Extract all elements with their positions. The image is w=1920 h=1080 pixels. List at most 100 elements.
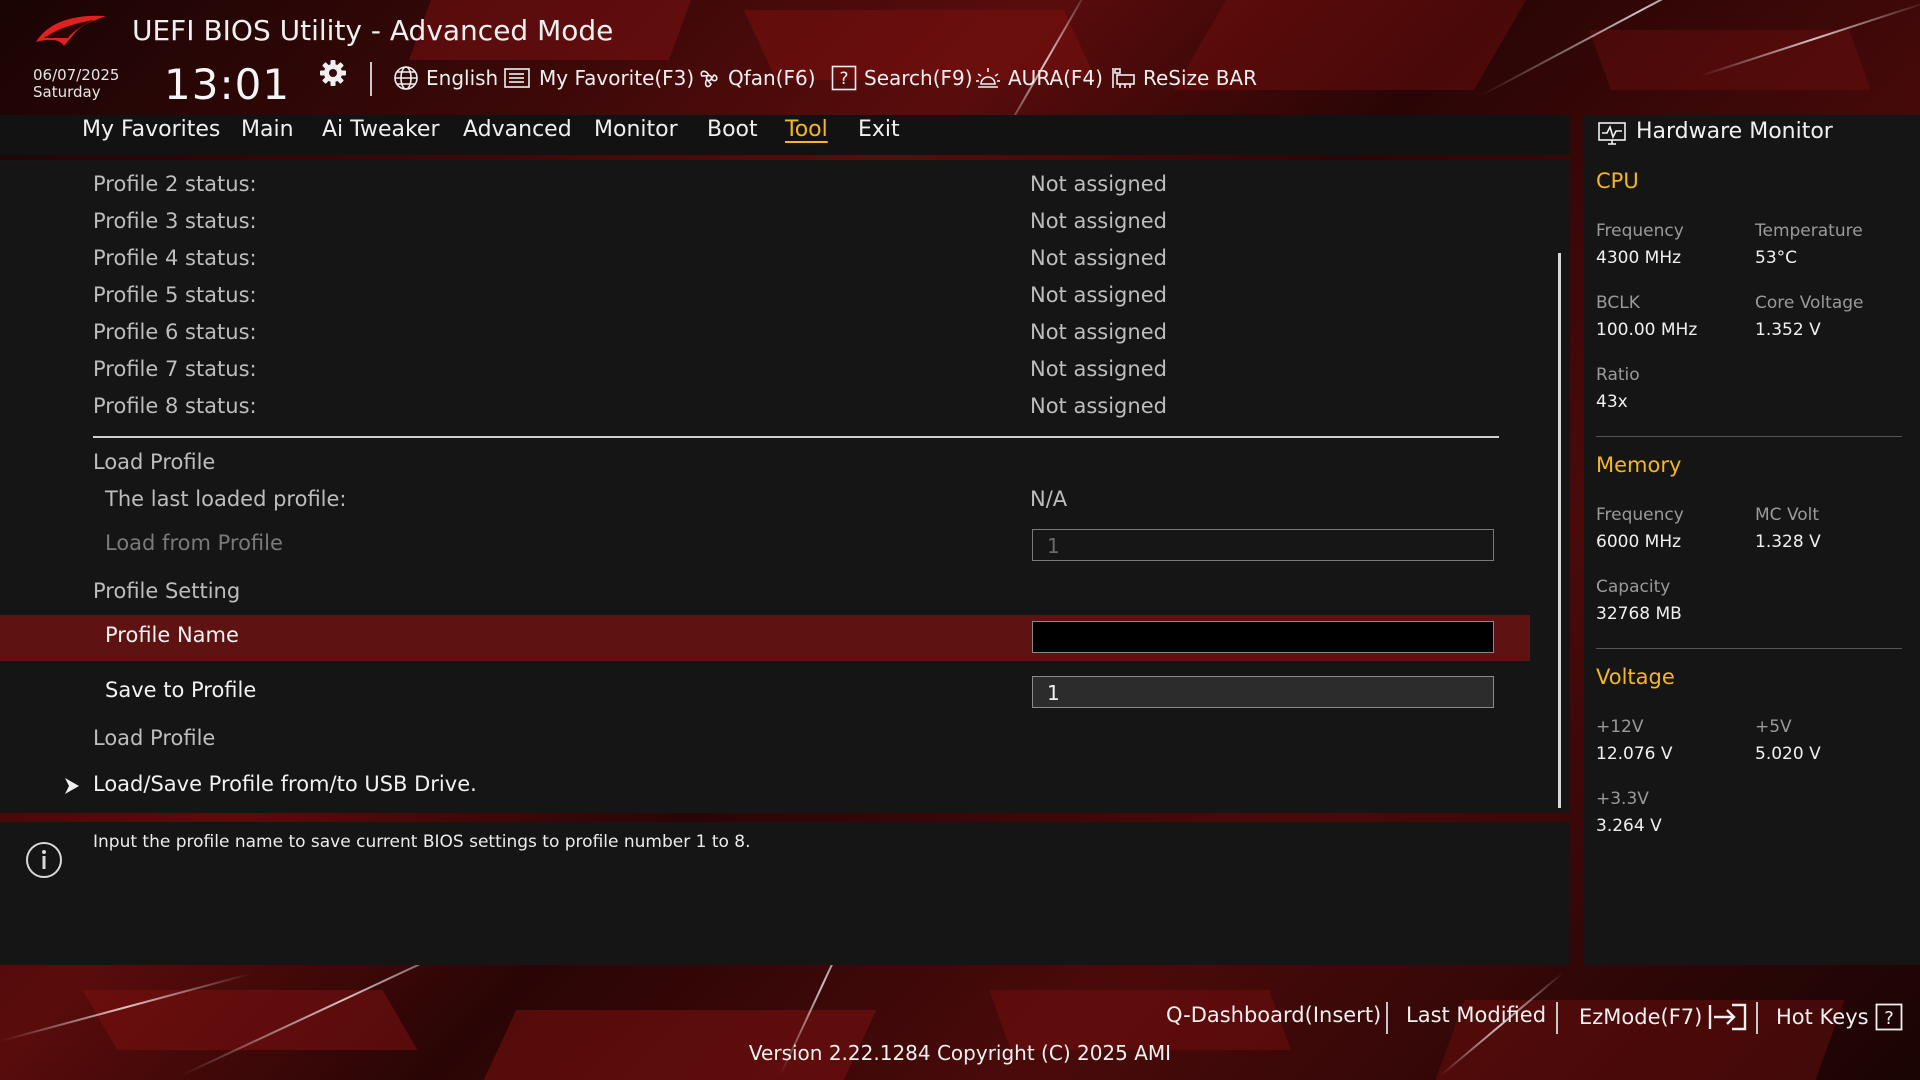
- save-to-profile-label: Save to Profile: [105, 678, 257, 702]
- core-voltage-label: Core Voltage: [1755, 293, 1864, 313]
- profile-status-row: Profile 4 status: Not assigned: [0, 242, 1530, 278]
- last-modified-label: Last Modified: [1406, 1003, 1547, 1027]
- hardware-monitor-panel: Hardware Monitor CPU Frequency 4300 MHz …: [1584, 115, 1920, 965]
- load-profile-item-row[interactable]: Load Profile: [0, 722, 1530, 758]
- settings-panel: Profile 2 status: Not assigned Profile 3…: [0, 160, 1570, 813]
- tab-boot[interactable]: Boot: [707, 117, 758, 142]
- ratio-label: Ratio: [1596, 365, 1640, 385]
- language-button[interactable]: English: [393, 62, 498, 94]
- tab-main[interactable]: Main: [241, 117, 294, 142]
- q-dashboard-label: Q-Dashboard(Insert): [1166, 1003, 1382, 1027]
- date-display: 06/07/2025 Saturday: [33, 67, 119, 101]
- profile-status-value: Not assigned: [1030, 246, 1167, 270]
- ezmode-label: EzMode(F7): [1579, 1005, 1703, 1029]
- profile-status-label: Profile 2 status:: [93, 172, 257, 196]
- profile-setting-heading: Profile Setting: [93, 579, 241, 603]
- clock: 13:01: [164, 60, 291, 109]
- tab-monitor[interactable]: Monitor: [594, 117, 678, 142]
- favorite-list-icon: [504, 68, 530, 88]
- tab-ai-tweaker[interactable]: Ai Tweaker: [322, 117, 440, 142]
- voltage-heading: Voltage: [1596, 665, 1675, 689]
- profile-status-value: Not assigned: [1030, 283, 1167, 307]
- profile-status-label: Profile 6 status:: [93, 320, 257, 344]
- last-loaded-row: The last loaded profile: N/A: [0, 483, 1530, 519]
- aura-light-icon: [976, 68, 1000, 88]
- cpu-temperature-label: Temperature: [1755, 221, 1863, 241]
- memory-frequency-value: 6000 MHz: [1596, 532, 1682, 552]
- app-title: UEFI BIOS Utility - Advanced Mode: [132, 14, 614, 47]
- help-text: Input the profile name to save current B…: [93, 832, 751, 852]
- profile-status-value: Not assigned: [1030, 320, 1167, 344]
- profile-status-label: Profile 8 status:: [93, 394, 257, 418]
- exit-to-ezmode-icon: [1709, 1003, 1747, 1031]
- profile-status-row: Profile 2 status: Not assigned: [0, 168, 1530, 204]
- tab-my-favorites[interactable]: My Favorites: [82, 117, 220, 142]
- profile-status-value: Not assigned: [1030, 209, 1167, 233]
- globe-icon: [394, 66, 418, 90]
- top-bar: UEFI BIOS Utility - Advanced Mode 06/07/…: [0, 0, 1920, 115]
- footer-divider: [1756, 1002, 1758, 1034]
- cpu-heading: CPU: [1596, 169, 1639, 193]
- profile-name-input[interactable]: [1032, 621, 1494, 653]
- usb-profile-label: Load/Save Profile from/to USB Drive.: [93, 772, 477, 796]
- capacity-label: Capacity: [1596, 577, 1671, 597]
- load-from-profile-field: 1: [1032, 529, 1494, 561]
- profile-status-value: Not assigned: [1030, 172, 1167, 196]
- save-to-profile-field[interactable]: 1: [1032, 676, 1494, 708]
- rog-logo-icon: [36, 15, 106, 46]
- load-from-profile-label: Load from Profile: [105, 531, 283, 555]
- profile-status-row: Profile 8 status: Not assigned: [0, 390, 1530, 426]
- load-profile-item: Load Profile: [93, 726, 216, 750]
- svg-text:?: ?: [1884, 1008, 1894, 1029]
- tab-exit[interactable]: Exit: [858, 117, 900, 142]
- resize-bar-button[interactable]: ReSize BAR: [1110, 62, 1257, 94]
- day-text: Saturday: [33, 83, 101, 101]
- tab-tool[interactable]: Tool: [785, 117, 828, 142]
- resize-bar-icon: [1112, 68, 1135, 88]
- ezmode-button[interactable]: EzMode(F7): [1579, 1003, 1748, 1031]
- search-label: Search(F9): [864, 66, 973, 90]
- hot-keys-button[interactable]: Hot Keys ?: [1776, 1003, 1903, 1031]
- search-button[interactable]: ? Search(F9): [831, 62, 973, 94]
- profile-status-row: Profile 7 status: Not assigned: [0, 353, 1530, 389]
- toolbar-divider: [370, 62, 372, 96]
- profile-status-row: Profile 5 status: Not assigned: [0, 279, 1530, 315]
- gear-icon[interactable]: [318, 58, 348, 88]
- cpu-frequency-value: 4300 MHz: [1596, 248, 1682, 268]
- footer-divider: [1556, 1002, 1558, 1034]
- core-voltage-value: 1.352 V: [1755, 320, 1821, 340]
- q-dashboard-button[interactable]: Q-Dashboard(Insert): [1166, 1003, 1381, 1027]
- footer-divider: [1386, 1002, 1388, 1034]
- profile-status-label: Profile 4 status:: [93, 246, 257, 270]
- bottom-bar: Q-Dashboard(Insert) Last Modified EzMode…: [0, 965, 1920, 1080]
- aura-button[interactable]: AURA(F4): [975, 62, 1103, 94]
- v33-value: 3.264 V: [1596, 816, 1662, 836]
- date-text: 06/07/2025: [33, 66, 120, 84]
- last-loaded-value: N/A: [1030, 487, 1068, 511]
- resize-bar-label: ReSize BAR: [1143, 66, 1258, 90]
- hot-keys-label: Hot Keys: [1776, 1005, 1869, 1029]
- ratio-value: 43x: [1596, 392, 1628, 412]
- monitor-icon: [1598, 122, 1626, 145]
- info-icon: [26, 842, 62, 878]
- last-loaded-label: The last loaded profile:: [105, 487, 347, 511]
- monitor-divider: [1596, 648, 1902, 649]
- v5-value: 5.020 V: [1755, 744, 1821, 764]
- v5-label: +5V: [1755, 717, 1792, 737]
- mc-volt-label: MC Volt: [1755, 505, 1820, 525]
- memory-heading: Memory: [1596, 453, 1682, 477]
- profile-status-label: Profile 3 status:: [93, 209, 257, 233]
- memory-frequency-label: Frequency: [1596, 505, 1684, 525]
- cpu-frequency-label: Frequency: [1596, 221, 1684, 241]
- v33-label: +3.3V: [1596, 789, 1649, 809]
- scrollbar[interactable]: [1558, 253, 1561, 808]
- usb-profile-row[interactable]: Load/Save Profile from/to USB Drive.: [0, 768, 1530, 804]
- my-favorite-button[interactable]: My Favorite(F3): [504, 62, 694, 94]
- qfan-button[interactable]: Qfan(F6): [697, 62, 816, 94]
- last-modified-button[interactable]: Last Modified: [1406, 1003, 1546, 1027]
- fan-icon: [700, 70, 718, 88]
- help-panel: Input the profile name to save current B…: [0, 822, 1570, 965]
- section-divider: [93, 436, 1499, 438]
- profile-status-value: Not assigned: [1030, 394, 1167, 418]
- tab-advanced[interactable]: Advanced: [463, 117, 572, 142]
